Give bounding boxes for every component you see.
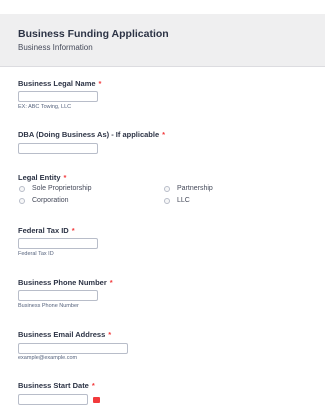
radio-label: Sole Proprietorship <box>32 185 92 192</box>
start-date-label: Business Start Date * <box>18 381 95 390</box>
top-bar <box>0 0 325 14</box>
email-label-text: Business Email Address <box>18 330 106 339</box>
legal-entity-label-text: Legal Entity <box>18 173 61 182</box>
tax-id-sublabel: Federal Tax ID <box>18 251 54 257</box>
required-marker: * <box>162 130 166 139</box>
phone-input[interactable] <box>18 290 98 301</box>
legal-name-label-text: Business Legal Name <box>18 79 96 88</box>
legal-name-sublabel: EX: ABC Towing, LLC <box>18 104 72 110</box>
email-sublabel: example@example.com <box>18 355 78 361</box>
legal-name-label: Business Legal Name * <box>18 79 101 88</box>
dba-label: DBA (Doing Business As) - If applicable * <box>18 130 165 139</box>
phone-label: Business Phone Number * <box>18 278 113 287</box>
required-marker: * <box>109 278 113 287</box>
email-input[interactable] <box>18 343 128 354</box>
dba-label-text: DBA (Doing Business As) - If applicable <box>18 130 160 139</box>
radio-sole-proprietorship[interactable]: Sole Proprietorship <box>19 185 92 192</box>
radio-corporation[interactable]: Corporation <box>19 197 69 204</box>
calendar-icon[interactable] <box>93 397 100 403</box>
required-marker: * <box>108 330 112 339</box>
required-marker: * <box>71 226 75 235</box>
radio-circle[interactable] <box>19 185 25 192</box>
tax-id-label-text: Federal Tax ID <box>18 226 69 235</box>
start-date-label-text: Business Start Date <box>18 381 89 390</box>
legal-name-input[interactable] <box>18 91 98 102</box>
form-header: Business Funding Application Business In… <box>0 14 325 67</box>
radio-circle[interactable] <box>19 197 25 204</box>
radio-label: Partnership <box>177 185 213 192</box>
radio-circle[interactable] <box>164 197 170 204</box>
form-subtitle: Business Information <box>18 43 93 52</box>
dba-input[interactable] <box>18 143 98 154</box>
legal-entity-label: Legal Entity * <box>18 173 66 182</box>
email-label: Business Email Address * <box>18 330 111 339</box>
tax-id-label: Federal Tax ID * <box>18 226 75 235</box>
required-marker: * <box>98 79 102 88</box>
phone-label-text: Business Phone Number <box>18 278 107 287</box>
form-title: Business Funding Application <box>18 28 169 40</box>
radio-label: LLC <box>177 197 190 204</box>
tax-id-input[interactable] <box>18 238 98 249</box>
radio-circle[interactable] <box>164 185 170 192</box>
radio-partnership[interactable]: Partnership <box>164 185 213 192</box>
required-marker: * <box>91 381 95 390</box>
radio-label: Corporation <box>32 197 69 204</box>
required-marker: * <box>63 173 67 182</box>
phone-sublabel: Business Phone Number <box>18 303 79 309</box>
radio-llc[interactable]: LLC <box>164 197 190 204</box>
